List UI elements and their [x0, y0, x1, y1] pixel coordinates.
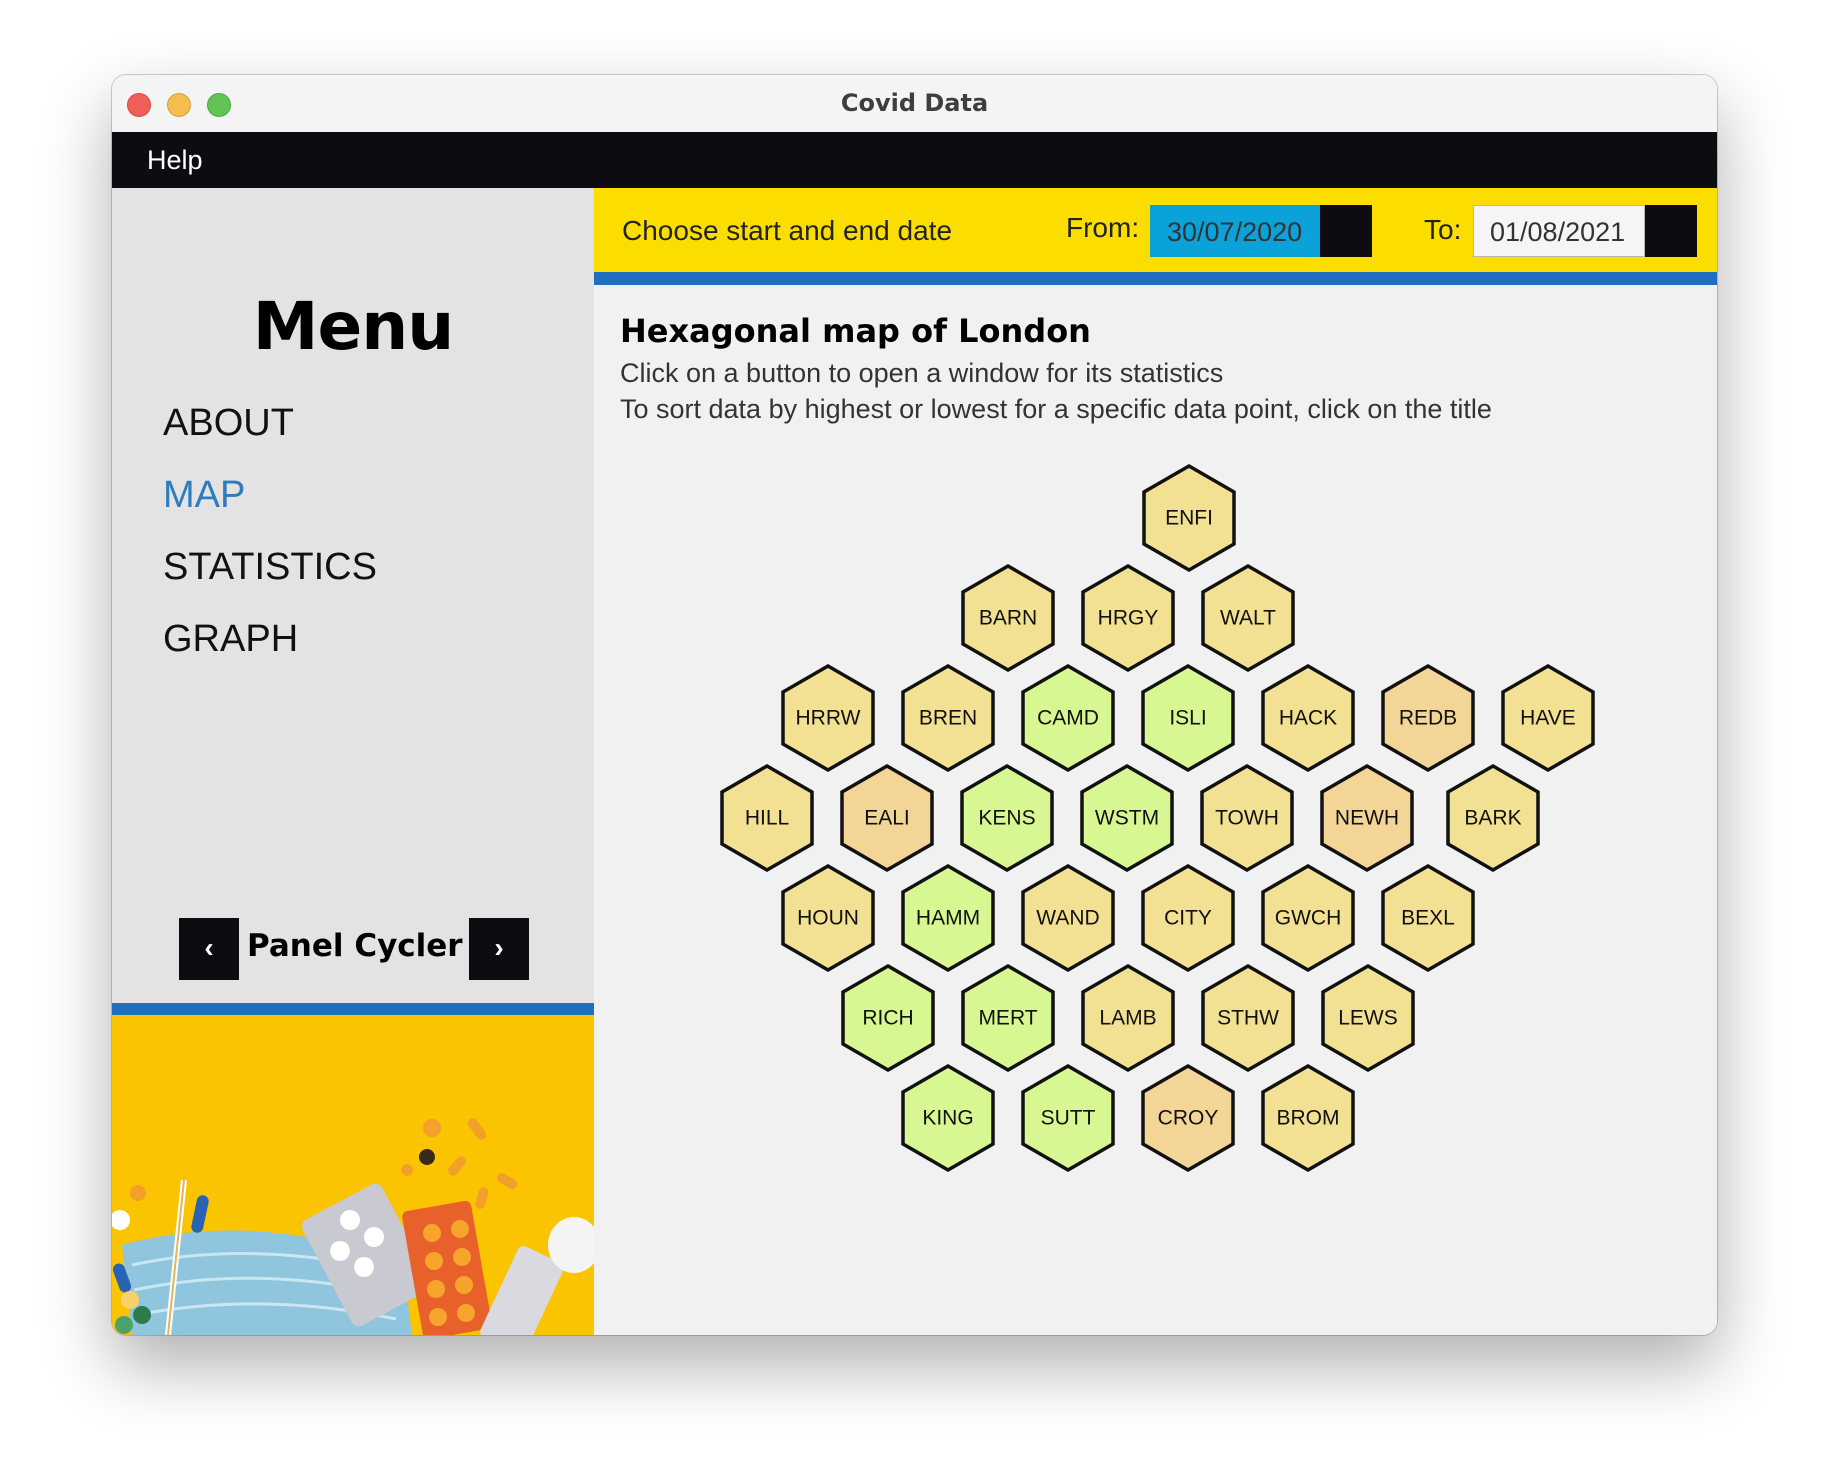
borough-hex-newh[interactable]: NEWH [1320, 763, 1414, 873]
map-panel: Choose start and end date From: 30/07/20… [594, 188, 1717, 1335]
nav-item-map[interactable]: MAP [163, 474, 245, 517]
title-bar: Covid Data [112, 75, 1717, 133]
borough-hex-sutt[interactable]: SUTT [1021, 1063, 1115, 1173]
london-hex-map: ENFI BARN HRGY WALT HRRW BREN CAMD ISLI HACK REDB… [720, 463, 1595, 1173]
borough-hex-redb[interactable]: REDB [1381, 663, 1475, 773]
hex-button[interactable] [901, 1063, 995, 1173]
hex-button[interactable] [841, 963, 935, 1073]
borough-hex-hrgy[interactable]: HRGY [1081, 563, 1175, 673]
hex-button[interactable] [1141, 863, 1235, 973]
sidebar-divider [112, 1003, 594, 1015]
next-panel-button[interactable]: › [469, 918, 529, 980]
hex-button[interactable] [1081, 963, 1175, 1073]
window-title: Covid Data [840, 89, 989, 117]
borough-hex-have[interactable]: HAVE [1501, 663, 1595, 773]
borough-hex-rich[interactable]: RICH [841, 963, 935, 1073]
borough-hex-eali[interactable]: EALI [840, 763, 934, 873]
borough-hex-mert[interactable]: MERT [961, 963, 1055, 1073]
borough-hex-towh[interactable]: TOWH [1200, 763, 1294, 873]
hex-button[interactable] [781, 663, 875, 773]
borough-hex-bren[interactable]: BREN [901, 663, 995, 773]
hex-button[interactable] [961, 563, 1055, 673]
hex-button[interactable] [961, 963, 1055, 1073]
hex-button[interactable] [1021, 1063, 1115, 1173]
borough-hex-kens[interactable]: KENS [960, 763, 1054, 873]
hex-button[interactable] [1080, 763, 1174, 873]
borough-hex-king[interactable]: KING [901, 1063, 995, 1173]
sidebar: Menu ABOUT MAP STATISTICS GRAPH ‹ Panel … [112, 188, 594, 1335]
hex-button[interactable] [1261, 863, 1355, 973]
hex-button[interactable] [1201, 563, 1295, 673]
borough-hex-isli[interactable]: ISLI [1141, 663, 1235, 773]
panel-cycler-label: Panel Cycler [247, 928, 463, 964]
borough-hex-houn[interactable]: HOUN [781, 863, 875, 973]
borough-hex-wstm[interactable]: WSTM [1080, 763, 1174, 873]
hex-button[interactable] [1142, 463, 1236, 573]
hex-button[interactable] [901, 663, 995, 773]
nav-item-graph[interactable]: GRAPH [163, 618, 298, 661]
hex-button[interactable] [1081, 563, 1175, 673]
borough-hex-city[interactable]: CITY [1141, 863, 1235, 973]
menu-heading: Menu [252, 288, 454, 365]
borough-hex-hrrw[interactable]: HRRW [781, 663, 875, 773]
nav-item-statistics[interactable]: STATISTICS [163, 546, 377, 589]
hex-button[interactable] [1381, 663, 1475, 773]
hex-button[interactable] [901, 863, 995, 973]
borough-hex-walt[interactable]: WALT [1201, 563, 1295, 673]
previous-panel-button[interactable]: ‹ [179, 918, 239, 980]
hex-button[interactable] [1321, 963, 1415, 1073]
borough-hex-brom[interactable]: BROM [1261, 1063, 1355, 1173]
borough-hex-gwch[interactable]: GWCH [1261, 863, 1355, 973]
borough-hex-bark[interactable]: BARK [1446, 763, 1540, 873]
hex-button[interactable] [1446, 763, 1540, 873]
borough-hex-enfi[interactable]: ENFI [1142, 463, 1236, 573]
hex-button[interactable] [1261, 1063, 1355, 1173]
hex-button[interactable] [1320, 763, 1414, 873]
hex-button[interactable] [1141, 1063, 1235, 1173]
hex-button[interactable] [1381, 863, 1475, 973]
borough-hex-bexl[interactable]: BEXL [1381, 863, 1475, 973]
hex-button[interactable] [840, 763, 934, 873]
borough-hex-camd[interactable]: CAMD [1021, 663, 1115, 773]
hex-button[interactable] [1261, 663, 1355, 773]
borough-hex-croy[interactable]: CROY [1141, 1063, 1235, 1173]
borough-hex-hill[interactable]: HILL [720, 763, 814, 873]
borough-hex-wand[interactable]: WAND [1021, 863, 1115, 973]
hex-button[interactable] [720, 763, 814, 873]
borough-hex-hack[interactable]: HACK [1261, 663, 1355, 773]
hex-button[interactable] [1141, 663, 1235, 773]
nav-item-about[interactable]: ABOUT [163, 402, 294, 445]
hex-button[interactable] [1201, 963, 1295, 1073]
hex-button[interactable] [1200, 763, 1294, 873]
medicine-illustration [112, 1015, 594, 1335]
borough-hex-sthw[interactable]: STHW [1201, 963, 1295, 1073]
hex-button[interactable] [1501, 663, 1595, 773]
borough-hex-hamm[interactable]: HAMM [901, 863, 995, 973]
hex-button[interactable] [1021, 663, 1115, 773]
menu-bar: Help [112, 132, 1717, 188]
borough-hex-barn[interactable]: BARN [961, 563, 1055, 673]
hex-button[interactable] [1021, 863, 1115, 973]
help-menu[interactable]: Help [147, 145, 203, 176]
hex-button[interactable] [781, 863, 875, 973]
panel-cycler: ‹ Panel Cycler › [179, 918, 529, 980]
borough-hex-lews[interactable]: LEWS [1321, 963, 1415, 1073]
borough-hex-lamb[interactable]: LAMB [1081, 963, 1175, 1073]
app-window: Covid Data Help Menu ABOUT MAP STATISTIC… [112, 75, 1717, 1335]
hex-button[interactable] [960, 763, 1054, 873]
